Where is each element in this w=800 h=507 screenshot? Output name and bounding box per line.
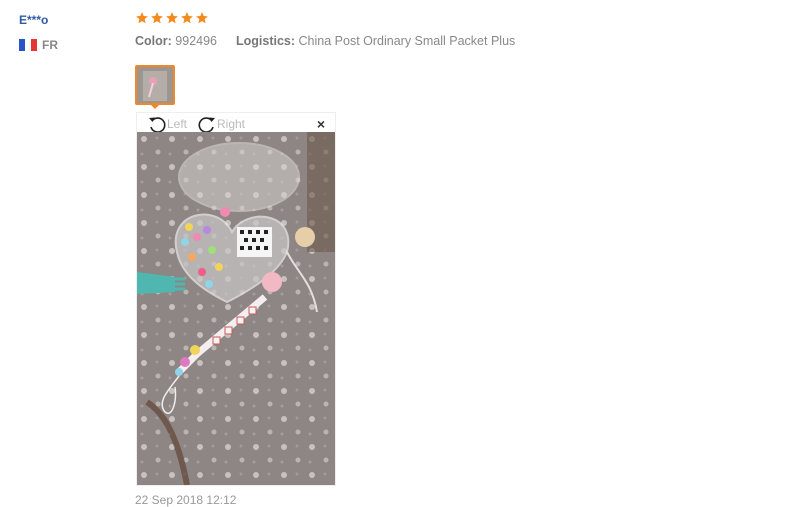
rotate-left-icon: [149, 117, 166, 133]
rotate-left-label: Left: [167, 117, 188, 131]
star-icon: [166, 12, 178, 24]
logistics-value: China Post Ordinary Small Packet Plus: [298, 34, 516, 48]
star-icon: [136, 12, 148, 24]
rotate-right-label: Right: [217, 117, 246, 131]
review-photo: [137, 132, 335, 485]
review-date: 22 Sep 2018 12:12: [135, 493, 237, 507]
photo-viewer: Left Right ×: [136, 112, 336, 486]
rotate-right-icon: [198, 117, 215, 133]
star-icon: [151, 12, 163, 24]
thumbnail-pointer: [149, 103, 161, 109]
star-icon: [196, 12, 208, 24]
star-rating: [135, 11, 209, 25]
close-viewer-button[interactable]: ×: [317, 116, 325, 132]
country-code: FR: [42, 38, 58, 52]
review-photo-thumbnail[interactable]: [135, 65, 175, 105]
rotate-right-button[interactable]: Right: [197, 114, 245, 134]
viewer-toolbar: Left Right ×: [137, 113, 335, 133]
france-flag-icon: [19, 39, 37, 51]
reviewer-name[interactable]: E***o: [19, 13, 48, 27]
star-icon: [181, 12, 193, 24]
color-label: Color:: [135, 34, 172, 48]
review-meta: Color: 992496 Logistics: China Post Ordi…: [135, 34, 515, 48]
reviewer-country: FR: [19, 38, 58, 52]
rotate-left-button[interactable]: Left: [147, 114, 187, 134]
color-value: 992496: [175, 34, 218, 48]
logistics-label: Logistics:: [235, 34, 296, 48]
